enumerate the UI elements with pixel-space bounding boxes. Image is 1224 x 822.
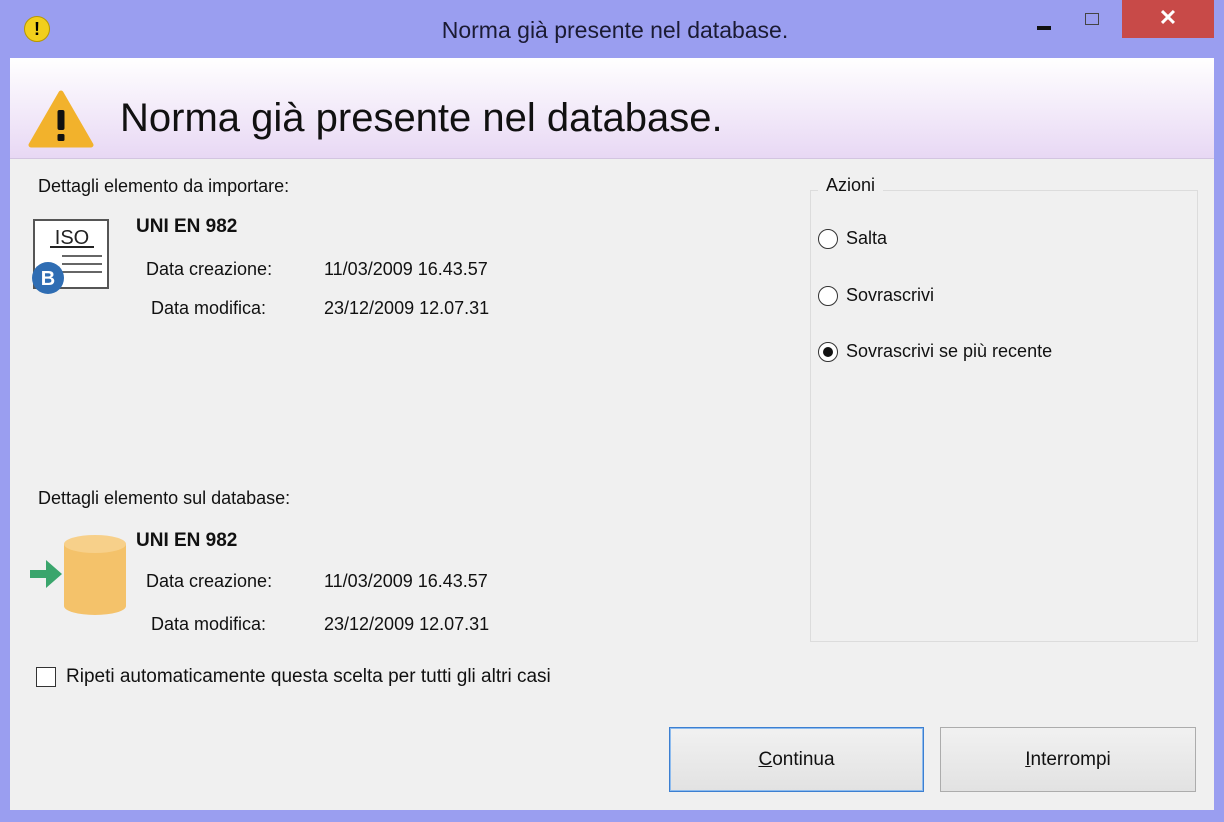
import-created-value: 11/03/2009 16.43.57: [324, 259, 488, 279]
repeat-choice-checkbox-row[interactable]: Ripeti automaticamente questa scelta per…: [36, 666, 551, 688]
radio-sovrascrivi-se-piu-recente-indicator[interactable]: [818, 341, 838, 362]
iso-document-icon: ISO B: [32, 219, 109, 294]
import-modified-value: 23/12/2009 12.07.31: [324, 298, 490, 318]
warning-icon: [28, 90, 94, 148]
maximize-button[interactable]: [1070, 0, 1118, 38]
title-bar[interactable]: ! Norma già presente nel database. ✕: [0, 0, 1224, 58]
iso-icon-text: ISO: [55, 227, 89, 249]
actions-group: [810, 190, 1198, 642]
actions-legend: Azioni: [818, 175, 884, 196]
radio-sovrascrivi-se-piu-recente[interactable]: Sovrascrivi se più recente: [818, 341, 1052, 362]
db-section-label: Dettagli elemento sul database:: [38, 488, 291, 508]
stop-button[interactable]: Interrompi: [940, 727, 1196, 792]
repeat-choice-label: Ripeti automaticamente questa scelta per…: [66, 666, 551, 687]
radio-salta-label: Salta: [846, 228, 888, 248]
import-section-label: Dettagli elemento da importare:: [38, 176, 290, 196]
db-modified-label: Data modifica:: [151, 614, 267, 634]
import-modified-label: Data modifica:: [151, 298, 267, 318]
minimize-button[interactable]: [1023, 0, 1067, 38]
dialog-window: ! Norma già presente nel database. ✕ Nor…: [0, 0, 1224, 822]
header-banner: Norma già presente nel database.: [10, 58, 1214, 159]
import-item-name: UNI EN 982: [136, 216, 238, 237]
radio-sovrascrivi-indicator[interactable]: [818, 285, 838, 306]
header-title: Norma già presente nel database.: [120, 96, 723, 140]
continue-button[interactable]: Continua: [669, 727, 924, 792]
dialog-body: Norma già presente nel database. Dettagl…: [10, 58, 1214, 810]
db-created-value: 11/03/2009 16.43.57: [324, 571, 488, 591]
db-modified-value: 23/12/2009 12.07.31: [324, 614, 490, 634]
db-created-label: Data creazione:: [146, 571, 273, 591]
stop-label: nterrompi: [1030, 749, 1111, 770]
repeat-choice-checkbox[interactable]: [36, 667, 56, 687]
radio-sovrascrivi[interactable]: Sovrascrivi: [818, 285, 934, 306]
badge-b-text: B: [41, 268, 55, 290]
close-button[interactable]: ✕: [1122, 0, 1214, 38]
continue-label: ontinua: [772, 749, 835, 770]
import-arrow-icon: [30, 560, 62, 588]
db-item-name: UNI EN 982: [136, 530, 238, 551]
radio-sovrascrivi-se-piu-recente-label: Sovrascrivi se più recente: [846, 341, 1053, 361]
continue-mnemonic: C: [758, 749, 773, 770]
radio-salta[interactable]: Salta: [818, 228, 887, 249]
import-created-label: Data creazione:: [146, 259, 273, 279]
database-icon: [30, 535, 126, 615]
radio-sovrascrivi-label: Sovrascrivi: [846, 285, 935, 305]
radio-salta-indicator[interactable]: [818, 228, 838, 249]
